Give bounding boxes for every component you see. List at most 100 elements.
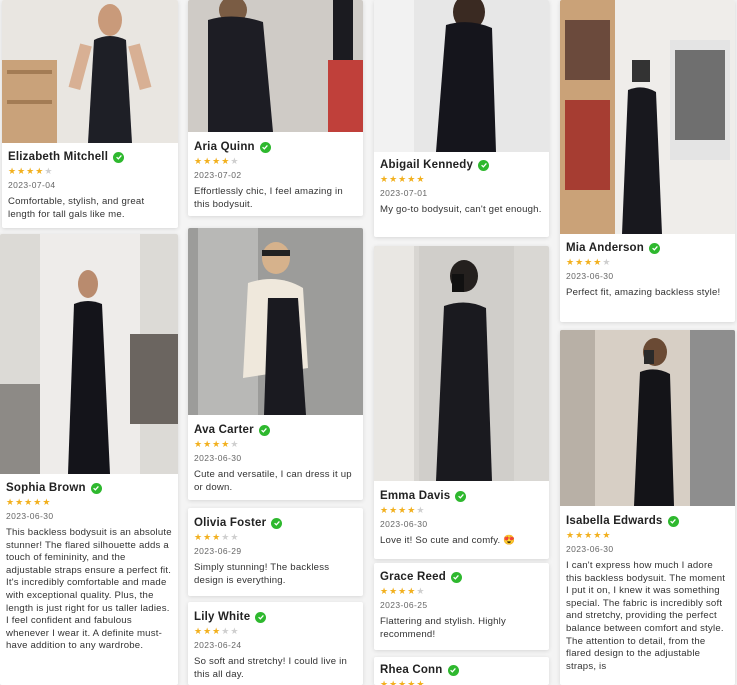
star-filled-icon: ★ [203,156,212,166]
verified-check-icon [259,141,271,153]
review-card[interactable]: Mia Anderson ★ ★ ★ ★ ★ 2023-06-30 Perfect fi… [560,0,735,322]
rating-stars: ★ ★ ★ ★ ★ [8,167,172,176]
review-card[interactable]: Isabella Edwards ★ ★ ★ ★ ★ 2023-06-30 I can'… [560,330,735,685]
reviewer-name: Grace Reed [380,571,446,583]
reviewer-name: Sophia Brown [6,482,86,494]
review-card[interactable]: Rhea Conn ★ ★ ★ ★ ★ [374,657,549,685]
star-filled-icon: ★ [389,505,398,515]
star-filled-icon: ★ [24,497,33,507]
star-filled-icon: ★ [221,156,230,166]
rating-stars: ★ ★ ★ ★ ★ [380,506,543,515]
star-empty-icon: ★ [230,439,239,449]
star-filled-icon: ★ [203,532,212,542]
review-card[interactable]: Ava Carter ★ ★ ★ ★ ★ 2023-06-30 Cute and ver… [188,228,363,500]
rating-stars: ★ ★ ★ ★ ★ [380,587,543,596]
star-filled-icon: ★ [575,530,584,540]
verified-check-icon [113,151,125,163]
star-filled-icon: ★ [212,532,221,542]
review-photo[interactable] [0,234,178,474]
review-date: 2023-06-30 [6,511,54,521]
rating-stars: ★ ★ ★ ★ ★ [380,175,543,184]
review-card[interactable]: Lily White ★ ★ ★ ★ ★ 2023-06-24 So soft and … [188,602,363,685]
star-filled-icon: ★ [407,174,416,184]
review-text: Effortlessly chic, I feel amazing in thi… [194,186,343,210]
star-empty-icon: ★ [602,257,611,267]
star-empty-icon: ★ [221,532,230,542]
review-date: 2023-07-04 [8,180,56,190]
star-filled-icon: ★ [566,530,575,540]
review-photo[interactable] [188,0,363,132]
star-filled-icon: ★ [398,679,407,685]
star-filled-icon: ★ [194,439,203,449]
star-filled-icon: ★ [203,626,212,636]
reviewer-name: Lily White [194,611,251,623]
verified-check-icon [649,242,661,254]
star-filled-icon: ★ [584,257,593,267]
star-filled-icon: ★ [212,439,221,449]
review-text: Love it! So cute and comfy. 😍 [380,535,516,546]
rating-stars: ★ ★ ★ ★ ★ [566,531,729,540]
review-date: 2023-06-30 [194,453,242,463]
review-text: Simply stunning! The backless design is … [194,562,330,586]
star-filled-icon: ★ [17,166,26,176]
star-filled-icon: ★ [584,530,593,540]
star-filled-icon: ★ [212,156,221,166]
review-card[interactable]: Elizabeth Mitchell ★ ★ ★ ★ ★ 2023-07-04 Comf… [2,0,178,228]
star-filled-icon: ★ [407,586,416,596]
verified-check-icon [90,482,102,494]
star-filled-icon: ★ [6,497,15,507]
rating-stars: ★ ★ ★ ★ ★ [566,258,729,267]
star-filled-icon: ★ [602,530,611,540]
rating-stars: ★ ★ ★ ★ ★ [194,157,357,166]
star-filled-icon: ★ [35,166,44,176]
star-filled-icon: ★ [380,679,389,685]
rating-stars: ★ ★ ★ ★ ★ [380,680,543,685]
star-filled-icon: ★ [398,174,407,184]
review-card[interactable]: Aria Quinn ★ ★ ★ ★ ★ 2023-07-02 Effortlessly… [188,0,363,216]
star-filled-icon: ★ [33,497,42,507]
review-date: 2023-06-25 [380,600,428,610]
review-date: 2023-06-30 [380,519,428,529]
star-filled-icon: ★ [389,586,398,596]
star-filled-icon: ★ [380,586,389,596]
reviewer-name: Emma Davis [380,490,451,502]
verified-check-icon [478,159,490,171]
review-photo[interactable] [374,0,549,152]
reviewer-name: Abigail Kennedy [380,159,474,171]
review-card[interactable]: Abigail Kennedy ★ ★ ★ ★ ★ 2023-07-01 My go-t… [374,0,549,237]
star-empty-icon: ★ [230,626,239,636]
review-photo[interactable] [2,0,178,143]
review-text: Flattering and stylish. Highly recommend… [380,616,506,640]
verified-check-icon [258,424,270,436]
review-photo[interactable] [374,246,549,481]
verified-check-icon [271,517,283,529]
star-filled-icon: ★ [380,505,389,515]
review-photo[interactable] [188,228,363,415]
review-date: 2023-07-01 [380,188,428,198]
star-empty-icon: ★ [221,626,230,636]
star-filled-icon: ★ [203,439,212,449]
rating-stars: ★ ★ ★ ★ ★ [6,498,172,507]
star-filled-icon: ★ [26,166,35,176]
review-card[interactable]: Sophia Brown ★ ★ ★ ★ ★ 2023-06-30 This backl… [0,234,178,685]
reviewer-name: Rhea Conn [380,664,443,676]
review-photo[interactable] [560,0,735,234]
review-date: 2023-06-29 [194,546,242,556]
star-filled-icon: ★ [389,679,398,685]
review-card[interactable]: Emma Davis ★ ★ ★ ★ ★ 2023-06-30 Love it! So … [374,246,549,559]
verified-check-icon [450,571,462,583]
star-filled-icon: ★ [15,497,24,507]
review-photo[interactable] [560,330,735,506]
review-card[interactable]: Grace Reed ★ ★ ★ ★ ★ 2023-06-25 Flattering a… [374,563,549,650]
star-filled-icon: ★ [194,156,203,166]
star-filled-icon: ★ [194,626,203,636]
star-filled-icon: ★ [407,505,416,515]
review-card[interactable]: Olivia Foster ★ ★ ★ ★ ★ 2023-06-29 Simply st… [188,508,363,596]
verified-check-icon [255,611,267,623]
star-empty-icon: ★ [230,532,239,542]
star-filled-icon: ★ [416,174,425,184]
review-text: So soft and stretchy! I could live in th… [194,656,347,680]
star-empty-icon: ★ [416,505,425,515]
star-filled-icon: ★ [398,505,407,515]
reviewer-name: Olivia Foster [194,517,267,529]
